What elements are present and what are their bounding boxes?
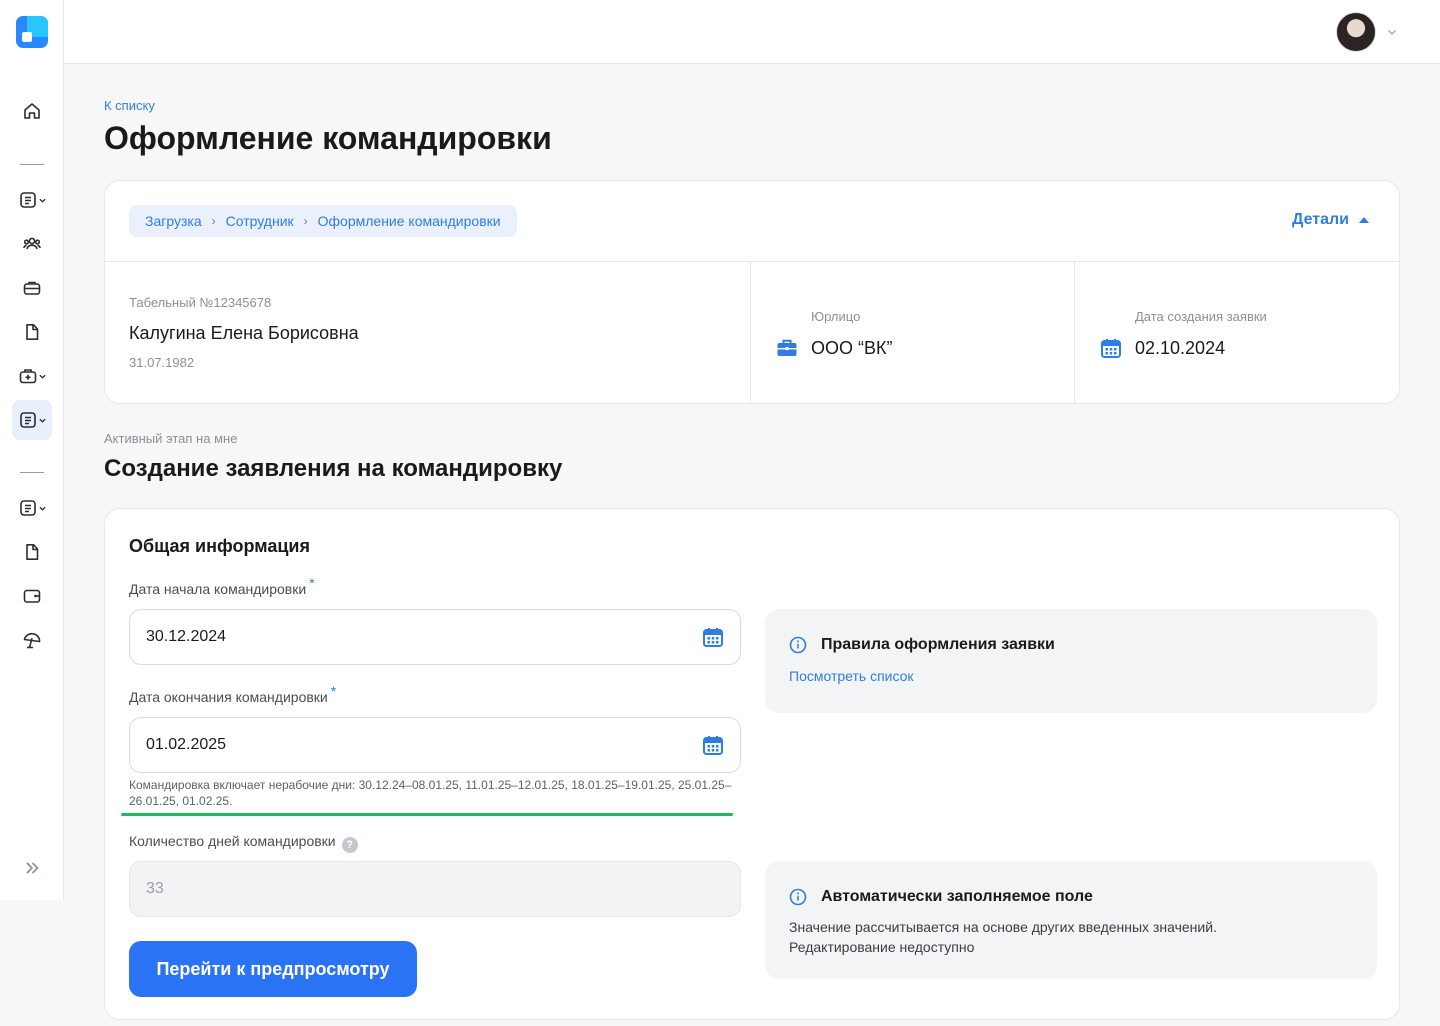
sidebar-divider: [20, 472, 44, 473]
days-count-input: 33: [129, 861, 741, 917]
days-count-label: Количество дней командировки?: [129, 833, 358, 853]
auto-note-line: Редактирование недоступно: [789, 939, 975, 955]
sidebar-item-file2[interactable]: [12, 532, 52, 572]
info-icon: [789, 888, 807, 906]
chevron-down-icon: [39, 198, 46, 203]
briefcase-icon: [23, 281, 41, 295]
view-list-link[interactable]: Посмотреть список: [789, 668, 914, 684]
required-mark: *: [330, 683, 337, 699]
top-header: [64, 0, 1440, 64]
end-date-label: Дата окончания командировки *: [129, 683, 337, 705]
stage-title: Создание заявления на командировку: [104, 455, 563, 482]
start-date-input[interactable]: 30.12.2024: [129, 609, 741, 665]
divider: [1074, 261, 1075, 405]
employee-tab-number: Табельный №12345678: [129, 295, 272, 310]
page-title: Оформление командировки: [104, 120, 552, 156]
trip-form-card: Общая информация Дата начала командировк…: [104, 508, 1400, 1020]
sidebar-item-files[interactable]: [12, 312, 52, 352]
end-date-value: 01.02.2025: [146, 736, 227, 753]
rules-note: Правила оформления заявки Посмотреть спи…: [765, 609, 1377, 713]
sidebar-item-medical[interactable]: [12, 356, 52, 396]
form-title: Общая информация: [129, 536, 310, 556]
double-chevron-right-icon: [26, 862, 39, 874]
employee-name: Калугина Елена Борисовна: [129, 323, 359, 343]
breadcrumb-item[interactable]: Сотрудник: [226, 213, 294, 229]
sidebar: [0, 0, 64, 900]
divider: [105, 261, 1399, 262]
divider: [750, 261, 751, 405]
caret-up-icon: [1359, 217, 1369, 223]
breadcrumb-item[interactable]: Оформление командировки: [318, 213, 501, 229]
stage-label: Активный этап на мне: [104, 431, 238, 446]
chevron-right-icon: ›: [211, 214, 216, 228]
briefcase-icon: [777, 339, 797, 356]
document-list-icon: [20, 192, 36, 208]
document-list-icon: [20, 412, 36, 428]
start-date-label: Дата начала командировки *: [129, 575, 315, 597]
sidebar-item-trips[interactable]: [12, 268, 52, 308]
sidebar-item-vacation[interactable]: [12, 620, 52, 660]
sidebar-item-applications[interactable]: [12, 400, 52, 440]
non-working-days-hint: Командировка включает нерабочие дни: 30.…: [129, 778, 732, 808]
app-logo[interactable]: [16, 16, 48, 48]
sidebar-item-documents[interactable]: [12, 180, 52, 220]
created-date-label: Дата создания заявки: [1135, 309, 1267, 324]
chevron-down-icon: [39, 374, 46, 379]
created-date-value: 02.10.2024: [1135, 338, 1226, 358]
chevron-down-icon: [39, 506, 46, 511]
back-to-list-link[interactable]: К списку: [104, 98, 155, 113]
details-label: Детали: [1291, 211, 1349, 228]
end-date-input[interactable]: 01.02.2025: [129, 717, 741, 773]
users-icon: [23, 237, 41, 250]
medical-bag-icon: [19, 369, 37, 384]
sidebar-item-users[interactable]: [12, 224, 52, 264]
chevron-down-icon: [39, 418, 46, 423]
file-icon: [26, 324, 39, 340]
beach-umbrella-icon: [23, 632, 41, 649]
calendar-icon: [1101, 339, 1121, 358]
chevron-right-icon: ›: [303, 214, 308, 228]
breadcrumb-item[interactable]: Загрузка: [145, 213, 202, 229]
sidebar-item-wallet[interactable]: [12, 576, 52, 616]
auto-note-line: Значение рассчитывается на основе других…: [789, 919, 1217, 935]
sidebar-divider: [20, 164, 44, 165]
calendar-icon[interactable]: [702, 734, 724, 756]
calendar-icon[interactable]: [702, 626, 724, 648]
preview-button[interactable]: Перейти к предпросмотру: [129, 941, 417, 997]
sidebar-item-reports[interactable]: [12, 488, 52, 528]
start-date-value: 30.12.2024: [146, 628, 227, 645]
auto-note-title: Автоматически заполняемое поле: [821, 888, 1093, 905]
details-toggle-button[interactable]: Детали: [1292, 211, 1369, 229]
chevron-down-icon[interactable]: [1386, 26, 1398, 38]
auto-field-note: Автоматически заполняемое поле Значение …: [765, 861, 1377, 979]
document-list-icon: [20, 500, 36, 516]
user-avatar[interactable]: [1336, 12, 1376, 52]
rules-note-title: Правила оформления заявки: [821, 636, 1055, 653]
sidebar-item-home[interactable]: [12, 91, 52, 131]
breadcrumb: Загрузка › Сотрудник › Оформление команд…: [129, 205, 517, 237]
highlight-underline: [121, 813, 733, 816]
info-icon: [789, 636, 807, 654]
days-count-value: 33: [146, 880, 164, 897]
legal-entity-label: Юрлицо: [811, 309, 861, 324]
employee-dob: 31.07.1982: [129, 355, 195, 370]
sidebar-expand-button[interactable]: [12, 848, 52, 888]
home-icon: [24, 103, 40, 119]
legal-entity-value: ООО “ВК”: [811, 338, 893, 358]
file-icon: [26, 544, 39, 560]
employee-info-card: Загрузка › Сотрудник › Оформление команд…: [104, 180, 1400, 405]
wallet-icon: [23, 589, 41, 603]
help-icon[interactable]: ?: [341, 837, 358, 853]
required-mark: *: [309, 575, 315, 591]
